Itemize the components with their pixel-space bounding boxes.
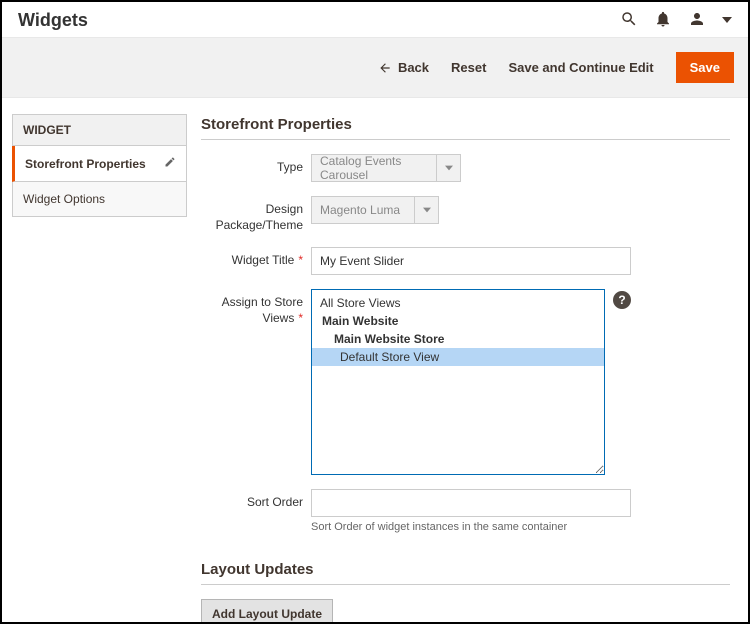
chevron-down-icon (414, 197, 438, 223)
notifications-icon[interactable] (654, 10, 672, 31)
label-assign-store-views: Assign to Store Views (201, 289, 311, 326)
type-select-value: Catalog Events Carousel (312, 154, 436, 182)
save-continue-button[interactable]: Save and Continue Edit (508, 60, 653, 75)
add-layout-update-button[interactable]: Add Layout Update (201, 599, 333, 624)
row-type: Type Catalog Events Carousel (201, 154, 730, 182)
label-sort-order: Sort Order (201, 489, 311, 511)
back-button[interactable]: Back (378, 60, 429, 75)
store-option-store[interactable]: Main Website Store (312, 330, 604, 348)
pencil-icon (164, 156, 176, 171)
sort-order-input[interactable] (311, 489, 631, 517)
reset-button[interactable]: Reset (451, 60, 486, 75)
back-button-label: Back (398, 60, 429, 75)
topbar-icons (620, 10, 732, 31)
type-select: Catalog Events Carousel (311, 154, 461, 182)
account-icon[interactable] (688, 10, 706, 31)
sidebar-item-label: Widget Options (23, 192, 105, 206)
sidebar-section-title: WIDGET (12, 114, 187, 146)
row-theme: Design Package/Theme Magento Luma (201, 196, 730, 233)
arrow-left-icon (378, 61, 392, 75)
row-widget-title: Widget Title (201, 247, 730, 275)
sidebar: WIDGET Storefront Properties Widget Opti… (2, 98, 187, 624)
label-theme: Design Package/Theme (201, 196, 311, 233)
main-panel: Storefront Properties Type Catalog Event… (187, 98, 748, 624)
top-bar: Widgets (2, 2, 748, 38)
save-button[interactable]: Save (676, 52, 734, 83)
row-sort-order: Sort Order Sort Order of widget instance… (201, 489, 730, 533)
help-icon[interactable]: ? (613, 291, 631, 309)
sort-order-hint: Sort Order of widget instances in the sa… (311, 521, 631, 533)
label-widget-title: Widget Title (201, 247, 311, 269)
search-icon[interactable] (620, 10, 638, 31)
action-bar: Back Reset Save and Continue Edit Save (2, 38, 748, 98)
chevron-down-icon (436, 155, 460, 181)
reset-button-label: Reset (451, 60, 486, 75)
row-assign-store-views: Assign to Store Views All Store Views Ma… (201, 289, 730, 475)
body: WIDGET Storefront Properties Widget Opti… (2, 98, 748, 624)
page-title: Widgets (18, 10, 88, 31)
save-continue-button-label: Save and Continue Edit (508, 60, 653, 75)
sidebar-item-label: Storefront Properties (25, 157, 146, 171)
store-option-all[interactable]: All Store Views (312, 294, 604, 312)
store-views-multiselect[interactable]: All Store Views Main Website Main Websit… (311, 289, 605, 475)
widget-title-input[interactable] (311, 247, 631, 275)
account-menu-caret-icon[interactable] (722, 13, 732, 28)
store-option-view[interactable]: Default Store View (312, 348, 604, 366)
section-title-layout: Layout Updates (201, 561, 730, 585)
label-type: Type (201, 154, 311, 176)
theme-select: Magento Luma (311, 196, 439, 224)
section-title-storefront: Storefront Properties (201, 116, 730, 140)
sidebar-item-storefront-properties[interactable]: Storefront Properties (12, 146, 187, 182)
sidebar-item-widget-options[interactable]: Widget Options (12, 182, 187, 217)
store-option-website[interactable]: Main Website (312, 312, 604, 330)
theme-select-value: Magento Luma (312, 203, 414, 217)
